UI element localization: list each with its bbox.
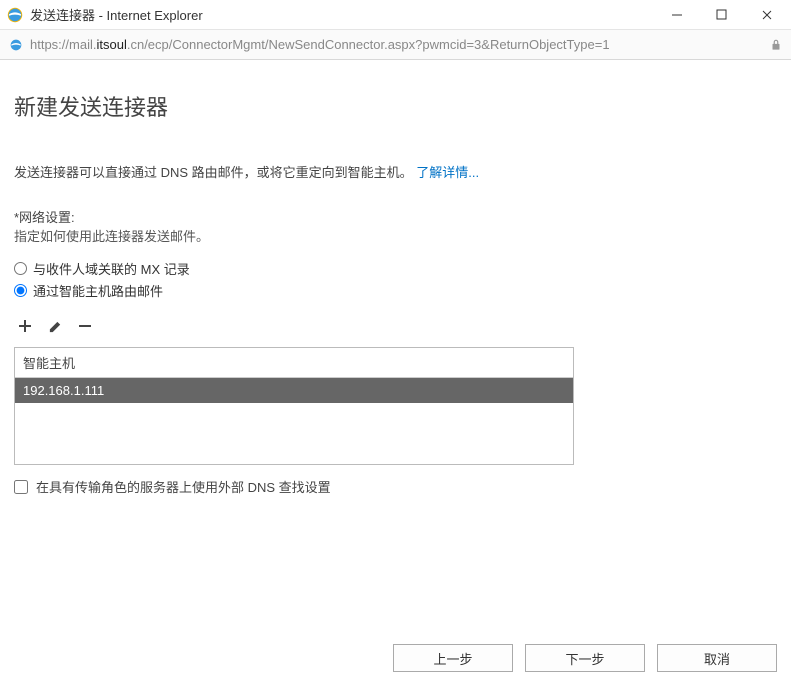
url-text: https://mail.itsoul.cn/ecp/ConnectorMgmt… [30,37,769,52]
back-button[interactable]: 上一步 [393,644,513,672]
learn-more-link[interactable]: 了解详情... [416,165,479,180]
add-button[interactable] [16,317,34,335]
page-content: 新建发送连接器 发送连接器可以直接通过 DNS 路由邮件，或将它重定向到智能主机… [0,60,791,688]
radio-mx-input[interactable] [14,262,27,275]
smarthost-grid: 智能主机 192.168.1.111 [14,347,574,465]
network-label: *网络设置: [14,207,777,226]
network-settings-label: *网络设置: 指定如何使用此连接器发送邮件。 [14,207,777,245]
ie-page-icon [8,37,24,53]
grid-header[interactable]: 智能主机 [15,348,573,378]
edit-button[interactable] [46,317,64,335]
window-title: 发送连接器 - Internet Explorer [30,5,654,24]
wizard-footer: 上一步 下一步 取消 [393,644,777,672]
description-text: 发送连接器可以直接通过 DNS 路由邮件，或将它重定向到智能主机。 [14,165,413,180]
smarthost-toolbar [14,317,777,335]
radio-smarthost-input[interactable] [14,284,27,297]
external-dns-label: 在具有传输角色的服务器上使用外部 DNS 查找设置 [36,477,331,496]
radio-mx-record[interactable]: 与收件人域关联的 MX 记录 [14,259,777,278]
radio-mx-label: 与收件人域关联的 MX 记录 [33,259,190,278]
ie-icon [6,6,24,24]
page-description: 发送连接器可以直接通过 DNS 路由邮件，或将它重定向到智能主机。 了解详情..… [14,162,777,181]
next-button[interactable]: 下一步 [525,644,645,672]
grid-row[interactable]: 192.168.1.111 [15,378,573,403]
page-title: 新建发送连接器 [14,90,777,122]
grid-body: 192.168.1.111 [15,378,573,464]
remove-button[interactable] [76,317,94,335]
window-controls [654,1,789,29]
routing-radio-group: 与收件人域关联的 MX 记录 通过智能主机路由邮件 [14,259,777,303]
close-button[interactable] [744,1,789,29]
address-bar[interactable]: https://mail.itsoul.cn/ecp/ConnectorMgmt… [0,30,791,60]
minimize-button[interactable] [654,1,699,29]
lock-icon [769,38,783,52]
external-dns-checkbox[interactable] [14,480,28,494]
window-titlebar: 发送连接器 - Internet Explorer [0,0,791,30]
radio-smarthost[interactable]: 通过智能主机路由邮件 [14,281,777,300]
radio-smarthost-label: 通过智能主机路由邮件 [33,281,163,300]
external-dns-checkbox-row[interactable]: 在具有传输角色的服务器上使用外部 DNS 查找设置 [14,477,777,496]
cancel-button[interactable]: 取消 [657,644,777,672]
network-sublabel: 指定如何使用此连接器发送邮件。 [14,226,777,245]
maximize-button[interactable] [699,1,744,29]
